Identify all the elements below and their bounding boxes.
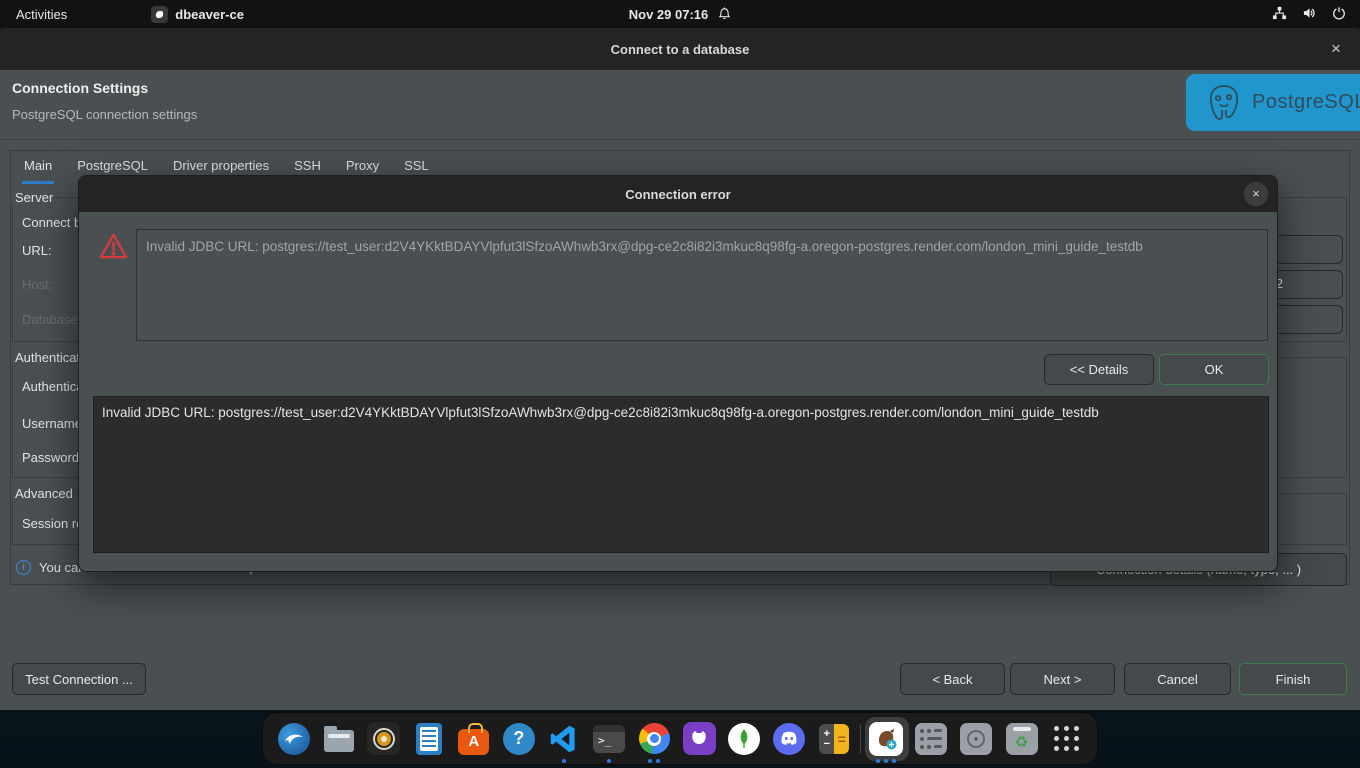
username-label: Username: [22, 416, 86, 431]
rhythmbox-icon[interactable] [361, 713, 406, 765]
test-connection-button[interactable]: Test Connection ... [12, 663, 146, 695]
settings-icon[interactable] [909, 713, 954, 765]
postgresql-logo: PostgreSQL [1186, 74, 1360, 131]
help-icon[interactable]: ? [496, 713, 541, 765]
ubuntu-software-icon[interactable]: A [451, 713, 496, 765]
connection-error-dialog: Connection error × Invalid JDBC URL: pos… [78, 175, 1278, 572]
dbeaver-app-icon [151, 6, 168, 23]
advanced-group-label: Advanced [12, 486, 76, 501]
details-toggle-button[interactable]: << Details [1044, 354, 1154, 385]
files-icon[interactable] [316, 713, 361, 765]
next-button[interactable]: Next > [1010, 663, 1115, 695]
error-details-text[interactable]: Invalid JDBC URL: postgres://test_user:d… [93, 396, 1269, 553]
dock-separator [860, 724, 861, 754]
power-icon [1332, 6, 1346, 23]
clock[interactable]: Nov 29 07:16 [629, 7, 709, 22]
postgresql-logo-text: PostgreSQL [1252, 91, 1360, 114]
system-status-area[interactable] [1272, 0, 1346, 28]
back-button[interactable]: < Back [900, 663, 1005, 695]
error-dialog-titlebar[interactable]: Connection error [79, 176, 1277, 212]
focused-app-menu[interactable]: dbeaver-ce [151, 6, 244, 23]
chrome-icon[interactable] [632, 713, 677, 765]
volume-icon [1302, 6, 1317, 23]
password-label: Password: [22, 450, 83, 465]
libreoffice-writer-icon[interactable] [406, 713, 451, 765]
desktop: Activities dbeaver-ce Nov 29 07:16 [0, 0, 1360, 768]
focused-app-name: dbeaver-ce [175, 7, 244, 22]
discord-icon[interactable] [767, 713, 812, 765]
cancel-button[interactable]: Cancel [1124, 663, 1231, 695]
window-title: Connect to a database [611, 42, 750, 57]
finish-button[interactable]: Finish [1239, 663, 1347, 695]
activities-button[interactable]: Activities [16, 7, 67, 22]
mongodb-compass-icon[interactable] [722, 713, 767, 765]
network-icon [1272, 6, 1287, 23]
page-title: Connection Settings [12, 80, 148, 96]
error-dialog-close-icon[interactable]: × [1244, 182, 1268, 206]
error-warning-icon [98, 232, 129, 266]
terminal-icon[interactable]: >_ [586, 713, 631, 765]
server-group-label: Server [12, 190, 56, 205]
postgresql-elephant-icon [1204, 82, 1244, 124]
dbeaver-icon[interactable] [864, 713, 909, 765]
bell-icon [718, 6, 731, 23]
trash-icon[interactable]: ♻ [999, 713, 1044, 765]
wizard-header: Connection Settings PostgreSQL connectio… [0, 70, 1360, 140]
ok-button[interactable]: OK [1159, 354, 1269, 385]
error-dialog-title: Connection error [625, 187, 730, 202]
url-label: URL: [22, 243, 52, 258]
tab-main[interactable]: Main [22, 152, 54, 184]
dock: A ? >_ [262, 712, 1098, 765]
window-close-icon[interactable]: × [1326, 39, 1346, 59]
database-label: Database: [22, 312, 81, 327]
calculator-icon[interactable]: +−= [812, 713, 857, 765]
gnome-top-bar: Activities dbeaver-ce Nov 29 07:16 [0, 0, 1360, 28]
error-message-box: Invalid JDBC URL: postgres://test_user:d… [136, 229, 1268, 341]
dock-area: A ? >_ [0, 710, 1360, 768]
disks-icon[interactable] [954, 713, 999, 765]
window-titlebar[interactable]: Connect to a database × [0, 28, 1360, 70]
info-icon: i [16, 560, 31, 575]
page-subtitle: PostgreSQL connection settings [12, 107, 197, 122]
vscode-icon[interactable] [541, 713, 586, 765]
github-desktop-icon[interactable] [677, 713, 722, 765]
show-apps-icon[interactable] [1044, 713, 1089, 765]
host-label: Host: [22, 277, 52, 292]
thunderbird-icon[interactable] [271, 713, 316, 765]
